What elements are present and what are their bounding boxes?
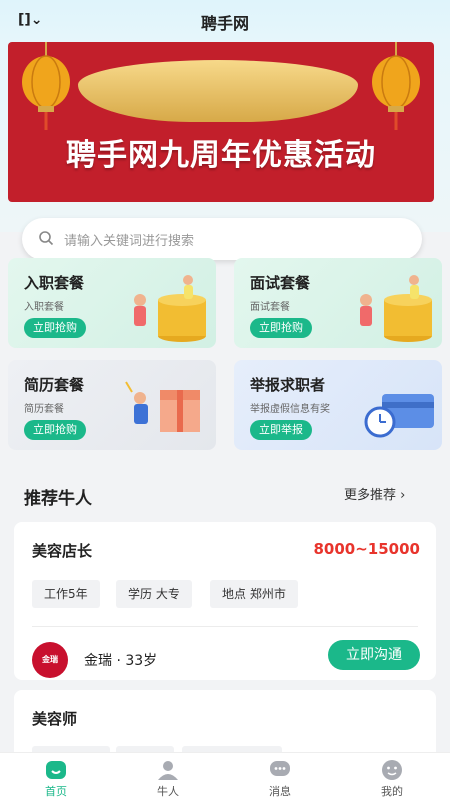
chevron-right-icon: › [400, 488, 406, 503]
more-recommendations-link[interactable]: 更多推荐 › [344, 484, 405, 503]
card-interview-package[interactable]: 面试套餐 面试套餐 立即抢购 [234, 258, 442, 348]
section-title: 推荐牛人 [24, 489, 92, 509]
ribbon-decoration [78, 60, 358, 122]
card-title: 举报求职者 [250, 376, 326, 394]
card-title: 入职套餐 [24, 274, 85, 292]
job-title: 美容师 [32, 710, 78, 728]
card-subtitle: 举报虚假信息有奖 [250, 404, 330, 415]
tag-education: 学历 大专 [116, 580, 192, 608]
app-title: 聘手网 [200, 14, 249, 33]
gift-box-illustration-icon [125, 381, 200, 432]
coins-illustration-icon [134, 275, 206, 342]
card-title: 面试套餐 [250, 274, 311, 292]
buy-now-button[interactable]: 立即抢购 [24, 318, 86, 338]
avatar-logo-text: 金瑞 [42, 655, 58, 664]
search-placeholder: 请输入关键词进行搜索 [64, 234, 195, 249]
profile-icon [382, 760, 402, 780]
clock-card-illustration-icon [364, 394, 434, 438]
card-subtitle: 面试套餐 [250, 302, 290, 313]
candidate-info: 金瑞 · 33岁 [84, 653, 158, 669]
tab-label: 牛人 [157, 785, 179, 798]
card-report-jobseeker[interactable]: 举报求职者 举报虚假信息有奖 立即举报 [234, 360, 442, 450]
tag-experience: 工作5年 [32, 580, 100, 608]
search-bar[interactable]: 请输入关键词进行搜索 [22, 218, 422, 260]
tab-home[interactable]: 首页 [0, 753, 112, 800]
lantern-icon [372, 42, 420, 130]
card-title: 简历套餐 [24, 376, 85, 394]
avatar: 金瑞 [32, 642, 68, 678]
candidate-card[interactable]: 美容师 [14, 690, 436, 760]
message-icon [270, 761, 290, 776]
tag-location: 地点 郑州市 [210, 580, 298, 608]
chat-now-button[interactable]: 立即沟通 [328, 640, 420, 670]
lantern-icon [22, 42, 70, 130]
promo-banner[interactable]: 聘手网九周年优惠活动 [8, 42, 434, 202]
tab-messages[interactable]: 消息 [224, 753, 336, 800]
tab-profile[interactable]: 我的 [336, 753, 448, 800]
buy-now-button[interactable]: 立即抢购 [250, 318, 312, 338]
tab-label: 首页 [45, 785, 67, 798]
banner-headline: 聘手网九周年优惠活动 [66, 138, 376, 173]
report-now-button[interactable]: 立即举报 [250, 420, 312, 440]
coins-illustration-icon [360, 275, 432, 342]
card-subtitle: 入职套餐 [24, 302, 64, 313]
card-onboarding-package[interactable]: 入职套餐 入职套餐 立即抢购 [8, 258, 216, 348]
home-icon [46, 761, 66, 779]
more-label: 更多推荐 [344, 488, 397, 503]
job-title: 美容店长 [32, 542, 93, 560]
top-bar: []⌄ 聘手网 [0, 0, 450, 42]
hero-area: 聘手网九周年优惠活动 请输入关键词进行搜索 [0, 42, 450, 260]
tab-label: 我的 [381, 785, 403, 798]
divider [32, 626, 418, 627]
candidate-card[interactable]: 美容店长 8000~15000 工作5年 学历 大专 地点 郑州市 金瑞 金瑞 … [14, 522, 436, 680]
tab-talent[interactable]: 牛人 [112, 753, 224, 800]
search-icon [39, 231, 54, 246]
salary-range: 8000~15000 [313, 540, 420, 558]
card-subtitle: 简历套餐 [24, 404, 64, 415]
card-resume-package[interactable]: 简历套餐 简历套餐 立即抢购 [8, 360, 216, 450]
buy-now-button[interactable]: 立即抢购 [24, 420, 86, 440]
person-icon [158, 761, 178, 780]
tab-label: 消息 [269, 785, 291, 798]
bottom-tab-bar: 首页 牛人 消息 我的 [0, 752, 450, 800]
